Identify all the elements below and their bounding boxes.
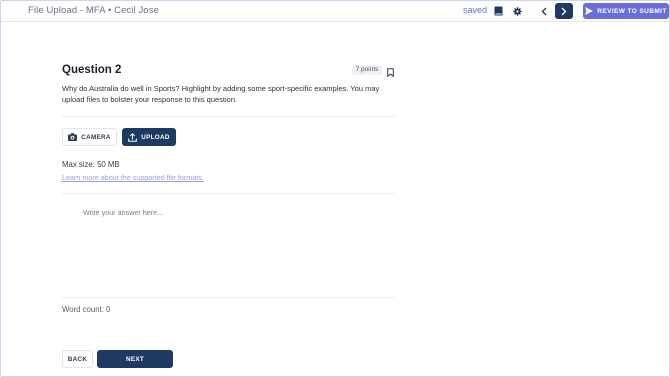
question-title: Question 2 <box>62 64 122 76</box>
send-icon <box>585 7 594 15</box>
bookmark-icon[interactable] <box>387 64 397 78</box>
previous-question-button[interactable] <box>536 3 552 19</box>
divider <box>62 193 395 194</box>
next-button[interactable]: NEXT <box>97 350 173 368</box>
camera-label: CAMERA <box>81 133 111 141</box>
app-frame: File Upload - MFA • Cecil Jose saved REV… <box>0 0 670 377</box>
next-question-button[interactable] <box>555 3 573 19</box>
camera-icon <box>68 133 78 141</box>
upload-button[interactable]: UPLOAD <box>122 128 176 146</box>
saved-status: saved <box>463 5 488 15</box>
divider <box>62 116 395 117</box>
question-text: Why do Australia do well in Sports? High… <box>62 84 380 104</box>
app-title: File Upload - MFA • Cecil Jose <box>28 5 159 16</box>
supported-formats-link[interactable]: Learn more about the supported file form… <box>62 173 204 182</box>
divider <box>62 297 395 298</box>
points-badge: 7 points <box>352 65 382 75</box>
max-size-text: Max size: 50 MB <box>62 160 120 169</box>
answer-placeholder: Write your answer here... <box>83 208 164 217</box>
book-icon[interactable] <box>491 4 505 18</box>
chevron-right-icon <box>561 7 567 15</box>
upload-label: UPLOAD <box>141 133 170 141</box>
chevron-left-icon <box>541 7 547 15</box>
back-button[interactable]: BACK <box>62 350 93 368</box>
word-count: Word count: 0 <box>62 305 111 314</box>
upload-icon <box>128 132 138 142</box>
review-label: REVIEW TO SUBMIT <box>597 7 667 15</box>
review-to-submit-button[interactable]: REVIEW TO SUBMIT <box>583 3 669 19</box>
top-bar: File Upload - MFA • Cecil Jose saved REV… <box>1 1 670 22</box>
gear-icon[interactable] <box>510 4 524 18</box>
camera-button[interactable]: CAMERA <box>62 128 117 146</box>
